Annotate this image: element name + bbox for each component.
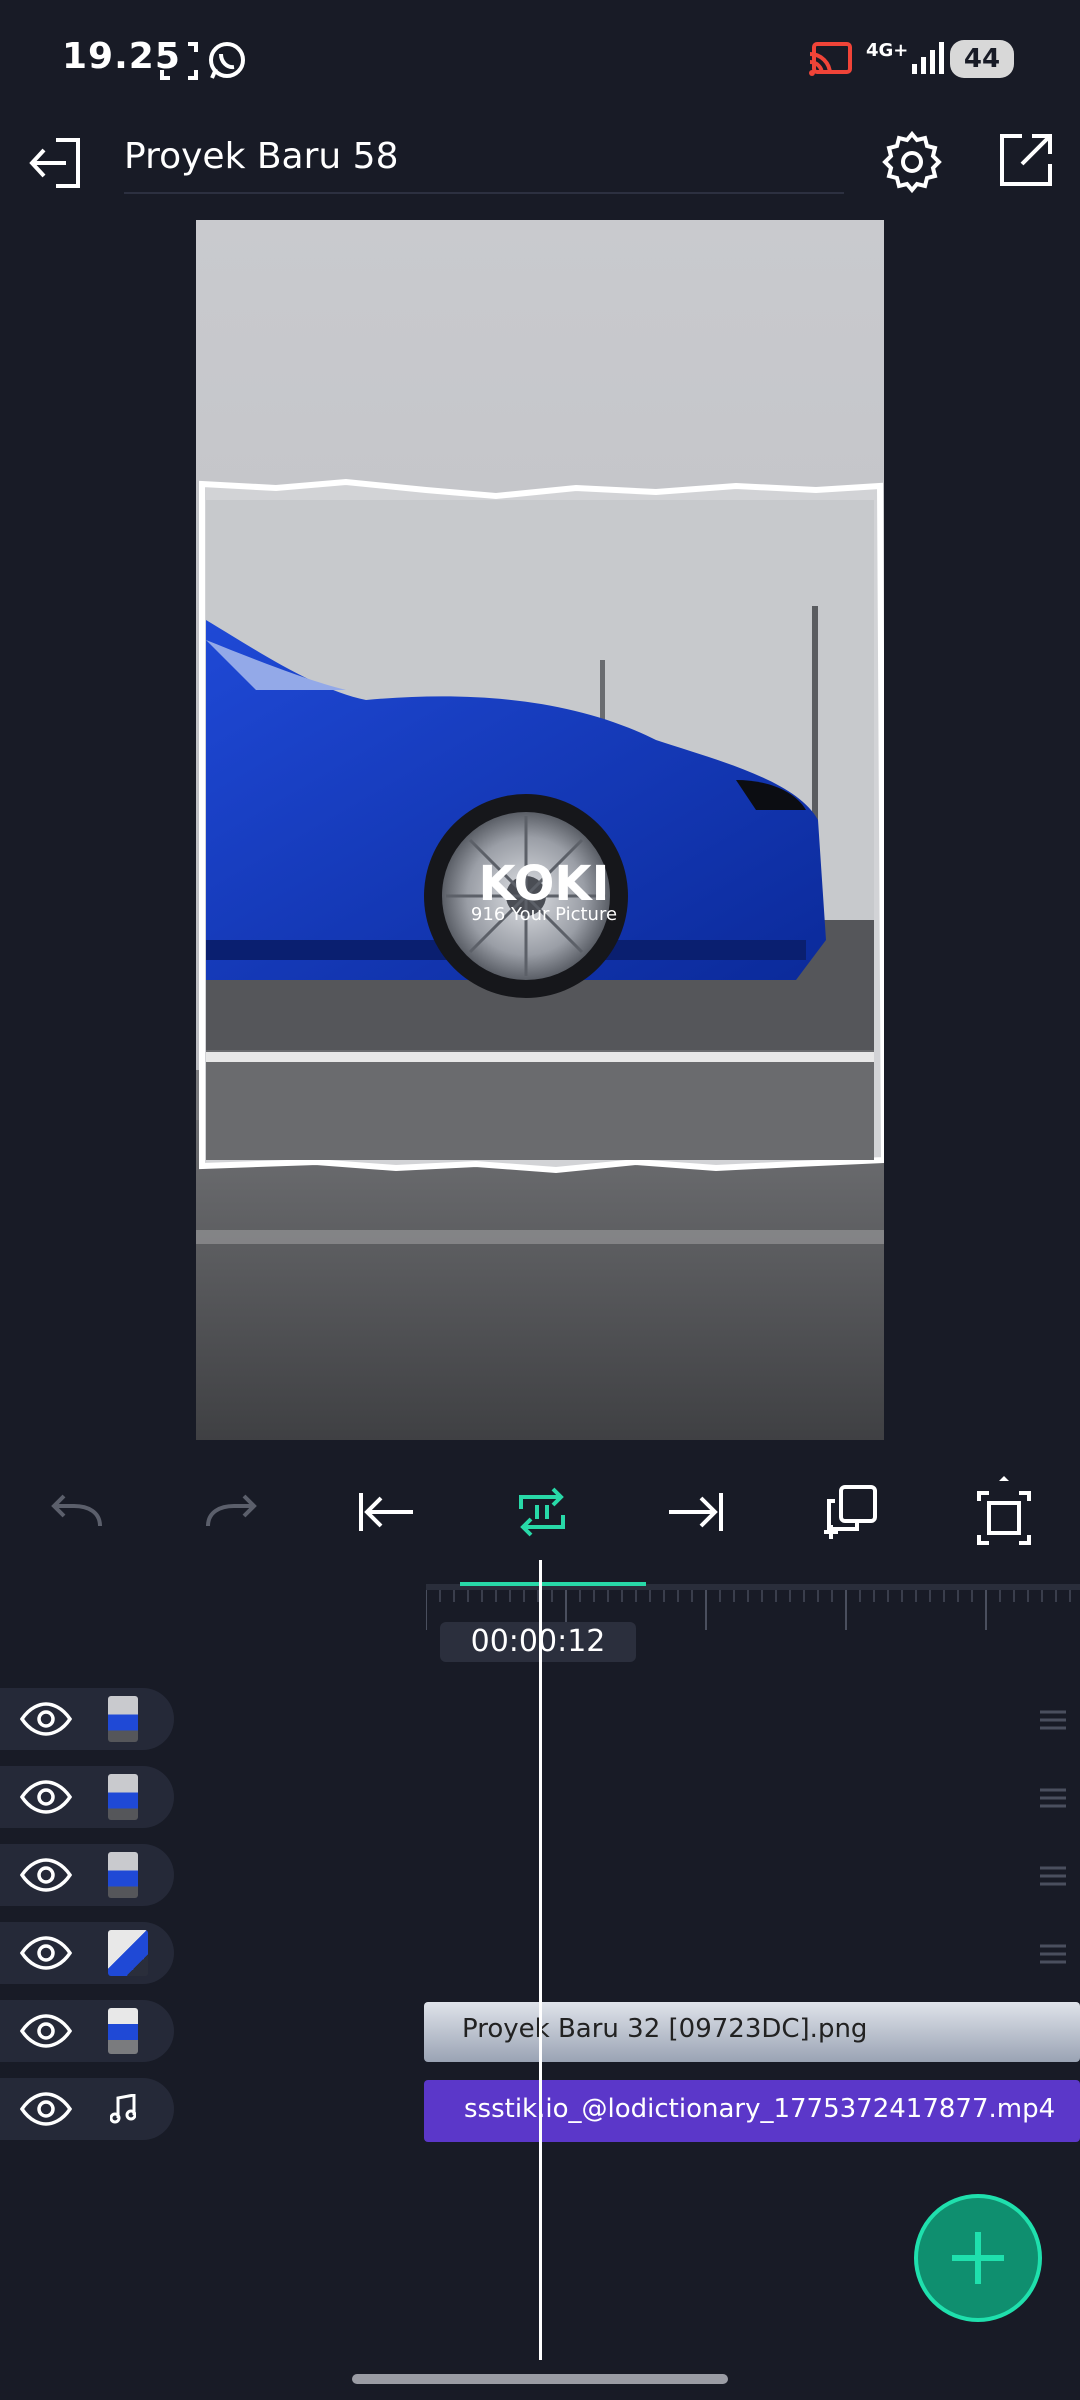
preview-area: KOKI 916 Your Picture: [0, 220, 1080, 1440]
audio-clip-label: ssstik.io_@lodictionary_1775372417877.mp…: [464, 2094, 1056, 2124]
track-header: [0, 1844, 174, 1906]
timecode-display: 00:00:12: [440, 1622, 636, 1662]
preview-image: KOKI 916 Your Picture: [196, 220, 884, 1440]
track-thumbnail: [108, 1930, 148, 1976]
image-clip[interactable]: Proyek Baru 32 [09723DC].png: [424, 2002, 1080, 2062]
loop-icon: [519, 1487, 565, 1537]
whatsapp-icon: [209, 42, 245, 79]
eye-icon[interactable]: [20, 1702, 72, 1736]
image-clip-label: Proyek Baru 32 [09723DC].png: [462, 2014, 868, 2044]
jump-to-end-button[interactable]: [658, 1474, 734, 1550]
settings-icon[interactable]: [880, 130, 944, 194]
track-thumbnail: [108, 1774, 138, 1820]
eye-icon[interactable]: [20, 1858, 72, 1892]
loop-button[interactable]: [504, 1474, 580, 1550]
jump-to-start-button[interactable]: [348, 1474, 424, 1550]
redo-button[interactable]: [194, 1474, 270, 1550]
fullscreen-button[interactable]: [966, 1474, 1042, 1550]
track-header: [0, 1922, 174, 1984]
fullscreen-icon: [977, 1476, 1031, 1545]
track-header: [0, 2000, 174, 2062]
plus-icon: [952, 2232, 1004, 2284]
eye-icon[interactable]: [20, 1780, 72, 1814]
app-header: Proyek Baru 58: [0, 120, 1080, 220]
drag-handle-icon[interactable]: [1040, 1944, 1066, 1964]
drag-handle-icon[interactable]: [1040, 1866, 1066, 1886]
add-button[interactable]: [914, 2194, 1042, 2322]
project-title[interactable]: Proyek Baru 58: [124, 136, 398, 177]
video-preview[interactable]: KOKI 916 Your Picture: [196, 220, 884, 1440]
network-type: 4G+: [866, 40, 909, 61]
jump-to-start-icon: [359, 1493, 413, 1531]
playhead[interactable]: [539, 1560, 542, 2360]
track-header: [0, 2078, 174, 2140]
drag-handle-icon[interactable]: [1040, 1788, 1066, 1808]
eye-icon[interactable]: [20, 2092, 72, 2126]
cast-icon: [809, 42, 852, 76]
drag-handle-icon[interactable]: [1040, 1710, 1066, 1730]
copy-add-button[interactable]: [812, 1474, 888, 1550]
exit-icon[interactable]: [26, 132, 88, 194]
audio-clip[interactable]: ssstik.io_@lodictionary_1775372417877.mp…: [424, 2080, 1080, 2142]
track-header: [0, 1688, 174, 1750]
playback-toolbar: [0, 1440, 1080, 1570]
eye-icon[interactable]: [20, 2014, 72, 2048]
undo-icon: [51, 1494, 102, 1527]
jump-to-end-icon: [669, 1493, 723, 1531]
share-icon[interactable]: [996, 130, 1056, 190]
signal-icon: [912, 42, 944, 74]
battery-icon: 44: [950, 40, 1014, 78]
gesture-nav-bar[interactable]: [352, 2374, 728, 2384]
copy-add-icon: [824, 1485, 877, 1539]
status-bar: 19.25 4G+ 44: [0, 0, 1080, 120]
track-thumbnail: [108, 1696, 138, 1742]
redo-icon: [206, 1494, 257, 1527]
track-thumbnail: [108, 1852, 138, 1898]
eye-icon[interactable]: [20, 1936, 72, 1970]
sticker-subtitle: 916 Your Picture: [471, 904, 617, 925]
screenshot-icon: [160, 42, 198, 80]
title-underline: [124, 192, 844, 194]
undo-button[interactable]: [38, 1474, 114, 1550]
music-note-icon: [110, 2094, 136, 2124]
track-header: [0, 1766, 174, 1828]
track-thumbnail: [108, 2008, 138, 2054]
